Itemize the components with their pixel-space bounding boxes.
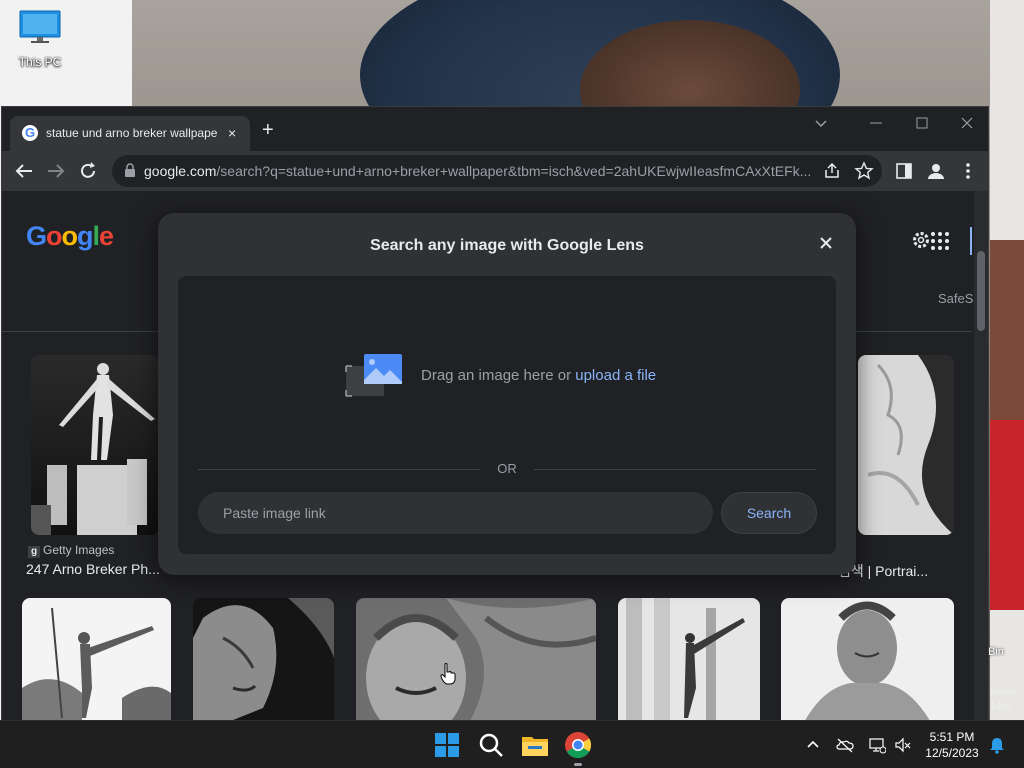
maximize-icon[interactable] [914,115,930,131]
wallpaper-right-dark [990,240,1024,420]
settings-gear-icon[interactable] [910,229,932,251]
logo-letter: o [46,221,62,251]
image-result[interactable] [858,355,954,535]
search-icon[interactable] [475,729,507,761]
title-bar: G statue und arno breker wallpape × + [2,107,988,151]
chrome-icon[interactable] [562,729,594,761]
image-result[interactable] [22,598,171,721]
google-lens-dialog: Search any image with Google Lens Drag a… [158,213,856,575]
image-result[interactable] [781,598,954,721]
side-panel-icon[interactable] [894,161,914,181]
share-icon[interactable] [822,161,842,181]
more-menu-icon[interactable] [958,161,978,181]
image-result[interactable] [356,598,596,721]
statue-image [31,355,159,535]
google-favicon-icon: G [22,125,38,141]
safesearch-label[interactable]: SafeS [938,291,973,306]
statue-image [858,355,954,535]
getty-icon: g [28,546,40,558]
logo-letter: g [77,221,93,251]
google-logo[interactable]: Google [26,221,114,252]
browser-toolbar: google.com/search?q=statue+und+arno+brek… [2,151,988,191]
desktop-review-label: eview 1416 [990,686,1016,714]
search-button[interactable]: Search [721,492,817,534]
logo-letter: e [99,221,114,251]
statue-image [618,598,760,721]
onedrive-offline-icon[interactable] [836,736,854,754]
file-explorer-icon[interactable] [519,729,551,761]
result-source[interactable]: g Getty Images [28,543,114,558]
new-tab-icon[interactable]: + [262,119,274,142]
reload-icon[interactable] [76,159,100,183]
google-apps-icon[interactable] [930,231,950,251]
statue-image [781,598,954,721]
scrollbar-thumb[interactable] [977,251,985,331]
tab-title: statue und arno breker wallpape [46,126,218,140]
image-drop-zone[interactable]: Drag an image here or upload a file OR S… [178,276,836,554]
volume-muted-icon[interactable] [894,736,912,754]
monitor-icon [19,10,61,43]
address-bar[interactable]: google.com/search?q=statue+und+arno+brek… [112,155,882,187]
bookmark-star-icon[interactable] [854,161,874,181]
browser-tab[interactable]: G statue und arno breker wallpape × [10,116,250,151]
dialog-title: Search any image with Google Lens [370,237,644,254]
clock-date: 12/5/2023 [925,746,979,760]
network-disconnected-icon[interactable] [868,736,886,754]
show-hidden-icons-chevron-icon[interactable] [804,736,822,754]
image-result[interactable] [618,598,760,721]
lock-icon[interactable] [124,163,136,177]
review-label-line1: eview [990,687,1016,698]
url-text[interactable]: google.com/search?q=statue+und+arno+brek… [144,163,824,179]
forward-arrow-icon[interactable] [44,159,68,183]
image-result[interactable] [193,598,334,721]
account-button-edge[interactable] [970,227,972,255]
tab-close-icon[interactable]: × [228,125,236,141]
paste-image-link-input[interactable] [198,492,713,534]
tab-search-chevron-icon[interactable] [813,115,829,131]
notification-bell-icon[interactable] [988,736,1006,754]
upload-file-link[interactable]: upload a file [575,367,656,384]
or-divider-right [534,469,816,470]
recycle-bin-label[interactable]: Bin [988,646,1004,658]
desktop-icon-label: This PC [18,55,62,69]
statue-image [22,598,171,721]
close-icon[interactable] [816,233,836,253]
hand-cursor-icon [440,663,456,685]
statue-image [193,598,334,721]
back-arrow-icon[interactable] [12,159,36,183]
drag-prompt: Drag an image here or [421,367,576,384]
review-label-line2: 1416 [990,701,1013,712]
clock-time: 5:51 PM [929,730,975,744]
minimize-icon[interactable] [868,115,884,131]
drag-drop-text: Drag an image here or upload a file [421,367,656,384]
url-path: /search?q=statue+und+arno+breker+wallpap… [216,163,812,179]
statue-image [356,598,596,721]
logo-letter: o [61,221,78,251]
chrome-running-indicator [574,763,582,766]
image-upload-icon [345,354,402,397]
windows-start-icon[interactable] [431,729,463,761]
system-clock[interactable]: 5:51 PM 12/5/2023 [920,729,984,761]
profile-icon[interactable] [926,161,946,181]
image-result[interactable] [31,355,159,535]
result-title[interactable]: 247 Arno Breker Ph... [26,561,160,577]
result-source-name: Getty Images [43,543,115,557]
desktop-icon-this-pc[interactable]: This PC [12,10,68,69]
logo-letter: G [26,221,47,251]
close-window-icon[interactable] [959,115,975,131]
url-host: google.com [144,163,217,179]
windows-taskbar: 5:51 PM 12/5/2023 [0,720,1024,768]
wallpaper-right-red [990,420,1024,610]
